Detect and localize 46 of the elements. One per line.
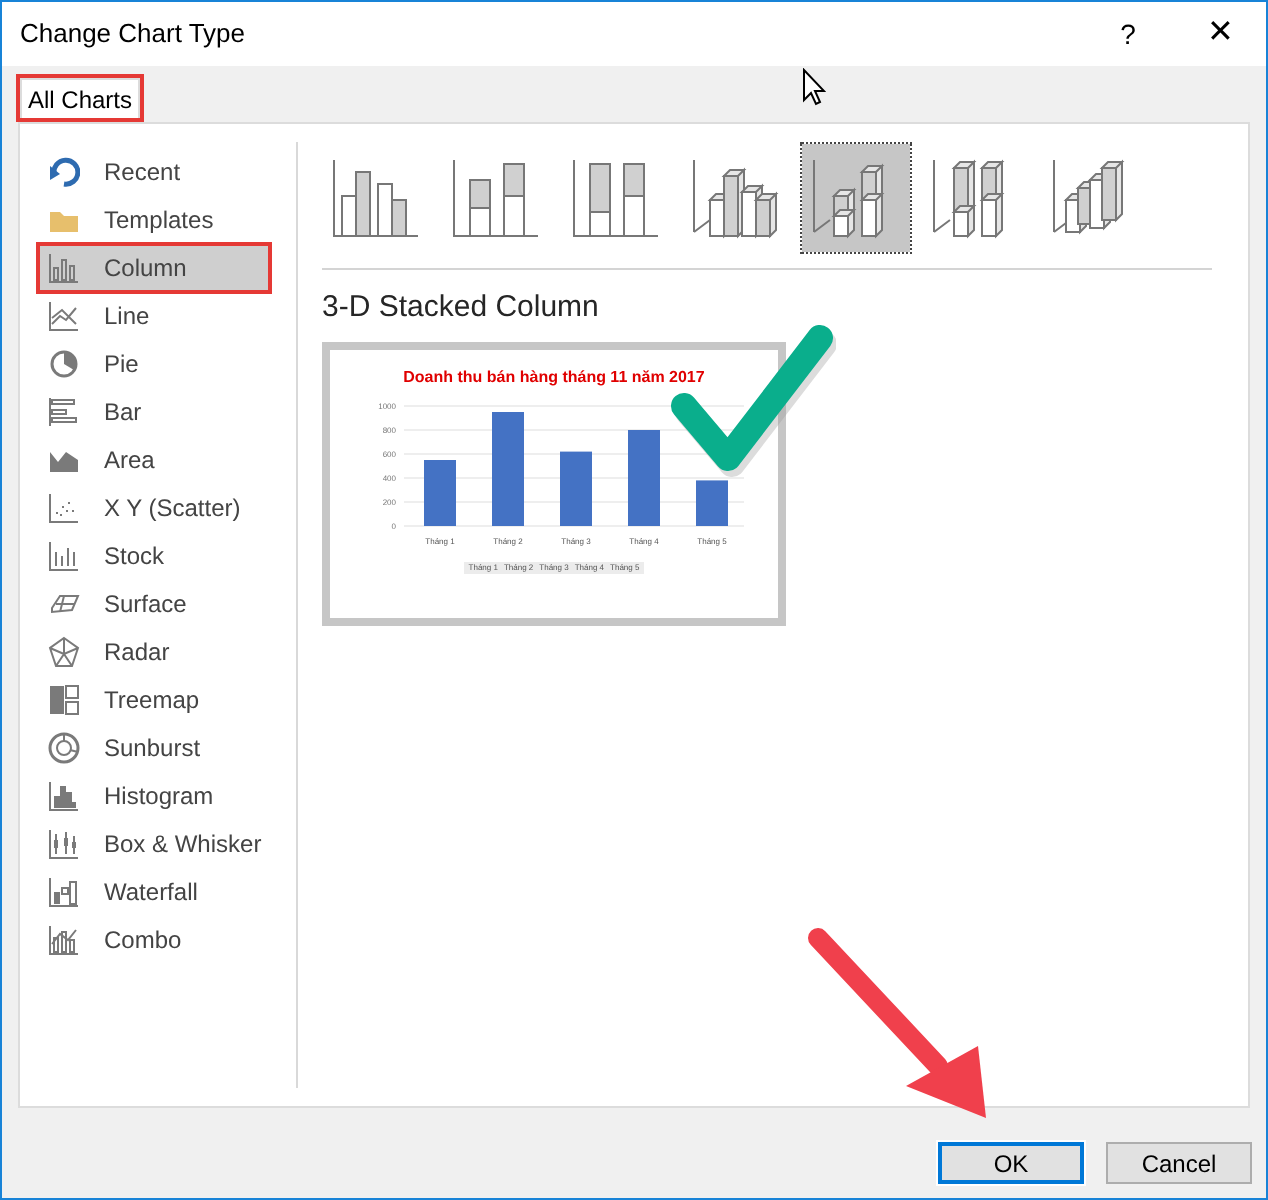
chart-type-item[interactable]: Stock — [40, 534, 268, 578]
line-chart-icon — [48, 300, 80, 332]
chart-type-item[interactable]: Bar — [40, 390, 268, 434]
chart-bar — [696, 479, 728, 525]
chart-type-item[interactable]: Combo — [40, 918, 268, 962]
chart-type-item[interactable]: Histogram — [40, 774, 268, 818]
stock-chart-icon — [48, 540, 80, 572]
chart-type-item[interactable]: Recent — [40, 150, 268, 194]
tab[interactable]: All Charts — [20, 78, 141, 118]
scatter-chart-icon — [48, 492, 80, 524]
histogram-icon — [48, 780, 80, 812]
chart-type-item[interactable]: Area — [40, 438, 268, 482]
radar-chart-icon — [48, 636, 80, 668]
arrow-icon — [806, 926, 990, 1122]
chart-type-item[interactable]: Pie — [40, 342, 268, 386]
close-button[interactable]: ✕ — [1174, 2, 1266, 66]
chart-bar — [628, 429, 660, 525]
treemap-icon — [48, 684, 80, 716]
box-whisker-icon — [48, 828, 80, 860]
help-button[interactable]: ? — [1082, 2, 1174, 66]
chart-type-item[interactable]: Line — [40, 294, 268, 338]
column-chart-icon — [48, 252, 80, 284]
chart-type-item[interactable]: Treemap — [40, 678, 268, 722]
chart-type-item[interactable]: Sunburst — [40, 726, 268, 770]
chart-type-item[interactable]: Box & Whisker — [40, 822, 268, 866]
chart-type-item[interactable]: Waterfall — [40, 870, 268, 914]
window-title: Change Chart Type — [20, 16, 247, 53]
chart-title: Doanh thu bán hàng tháng 11 năm 2017 — [403, 365, 705, 389]
cancel-button[interactable]: Cancel — [1106, 1142, 1252, 1184]
chart-bar — [492, 411, 524, 525]
chart-type-item[interactable]: Radar — [40, 630, 268, 674]
chart-type-item[interactable]: X Y (Scatter) — [40, 486, 268, 530]
waterfall-icon — [48, 876, 80, 908]
chart-type-item[interactable]: Templates — [40, 198, 268, 242]
bar-chart-icon — [48, 396, 80, 428]
ok-button[interactable]: OK — [938, 1142, 1084, 1184]
subtype-title: 3-D Stacked Column — [322, 288, 601, 328]
chart-type-item[interactable]: Column — [40, 246, 268, 290]
chart-bar — [424, 459, 456, 525]
chart-subtype-button[interactable] — [802, 144, 910, 252]
pie-chart-icon — [48, 348, 80, 380]
undo-icon — [48, 156, 80, 188]
chart-bar — [560, 450, 592, 525]
sunburst-icon — [48, 732, 80, 764]
combo-chart-icon — [48, 924, 80, 956]
chart-type-item[interactable]: Surface — [40, 582, 268, 626]
